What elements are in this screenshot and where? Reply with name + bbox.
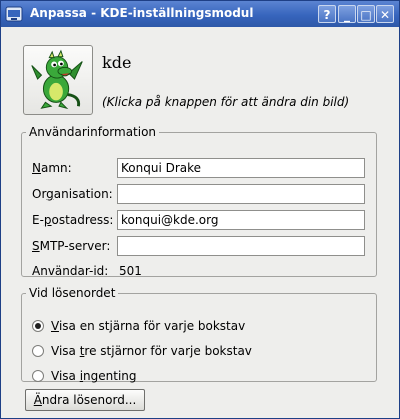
title-bar[interactable]: Anpassa - KDE-inställningsmodul ? _ □ ✕ <box>1 1 399 27</box>
email-label: E-postadress: <box>32 213 114 227</box>
radio-three-stars-label: Visa tre stjärnor för varje bokstav <box>51 344 252 358</box>
dialog-content: kde (Klicka på knappen för att ändra din… <box>1 27 399 418</box>
organisation-field[interactable] <box>117 184 365 204</box>
username-label: kde <box>102 53 132 72</box>
organisation-label: Organisation: <box>32 187 113 201</box>
userid-label: Användar-id: <box>32 264 109 278</box>
email-field[interactable] <box>117 210 365 230</box>
radio-nothing-label: Visa ingenting <box>51 369 137 383</box>
name-label: Namn: <box>32 161 72 175</box>
window-title: Anpassa - KDE-inställningsmodul <box>30 6 254 20</box>
change-password-button[interactable]: Ändra lösenord... <box>25 389 145 411</box>
radio-button[interactable] <box>32 370 44 382</box>
user-info-legend: Användarinformation <box>29 125 157 139</box>
radio-button-selected[interactable] <box>32 320 44 332</box>
maximize-button[interactable]: □ <box>357 5 375 23</box>
password-display-group: Vid lösenordet Visa en stjärna för varje… <box>21 286 377 383</box>
user-info-group: Användarinformation Namn: Organisation: … <box>21 125 377 278</box>
radio-one-star-label: Visa en stjärna för varje bokstav <box>51 319 246 333</box>
close-button[interactable]: ✕ <box>376 5 394 23</box>
avatar-button[interactable] <box>23 45 93 115</box>
dragon-mascot-icon <box>31 49 83 110</box>
smtp-field[interactable] <box>117 236 365 256</box>
avatar-hint: (Klicka på knappen för att ändra din bil… <box>102 95 350 109</box>
help-button[interactable]: ? <box>318 5 336 23</box>
userid-value: 501 <box>119 264 142 278</box>
minimize-button[interactable]: _ <box>338 5 356 23</box>
settings-window: Anpassa - KDE-inställningsmodul ? _ □ ✕ … <box>0 0 400 419</box>
radio-button[interactable] <box>32 345 44 357</box>
kde-app-icon[interactable] <box>5 5 23 23</box>
smtp-label: SMTP-server: <box>32 239 111 253</box>
password-display-legend: Vid lösenordet <box>29 286 116 300</box>
name-field[interactable] <box>117 158 365 178</box>
